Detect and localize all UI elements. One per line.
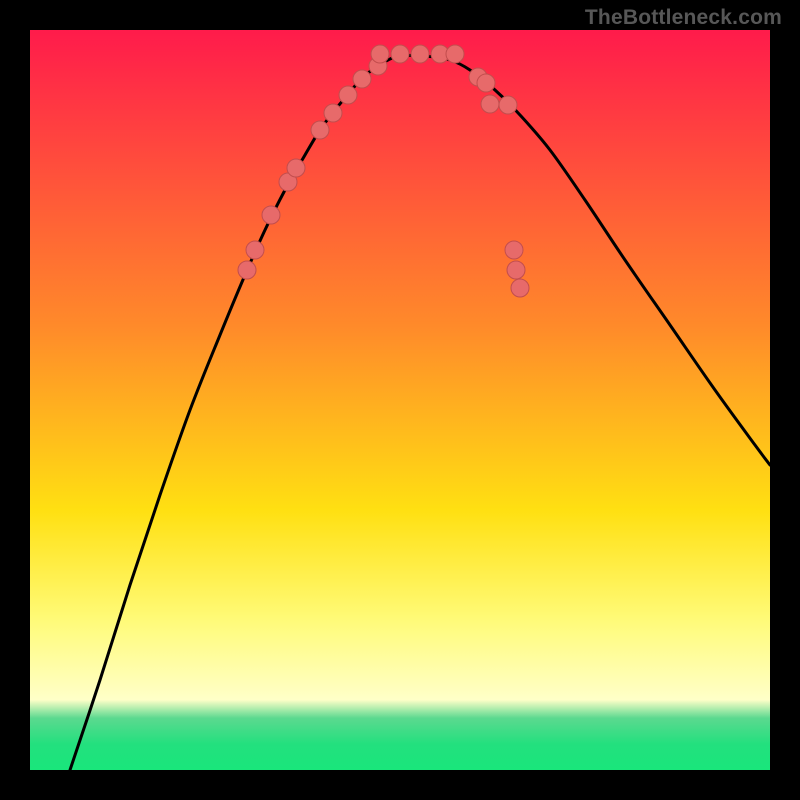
gradient-background [30,30,770,770]
bottleneck-plot [30,30,770,770]
data-marker [262,206,280,224]
data-marker [477,74,495,92]
data-marker [391,45,409,63]
data-marker [446,45,464,63]
data-marker [246,241,264,259]
data-marker [311,121,329,139]
data-marker [507,261,525,279]
data-marker [324,104,342,122]
chart-svg [30,30,770,770]
data-marker [353,70,371,88]
data-marker [499,96,517,114]
data-marker [339,86,357,104]
data-marker [505,241,523,259]
watermark-label: TheBottleneck.com [585,6,782,30]
data-marker [511,279,529,297]
data-marker [481,95,499,113]
chart-frame: TheBottleneck.com [0,0,800,800]
data-marker [287,159,305,177]
data-marker [411,45,429,63]
data-marker [371,45,389,63]
data-marker [238,261,256,279]
